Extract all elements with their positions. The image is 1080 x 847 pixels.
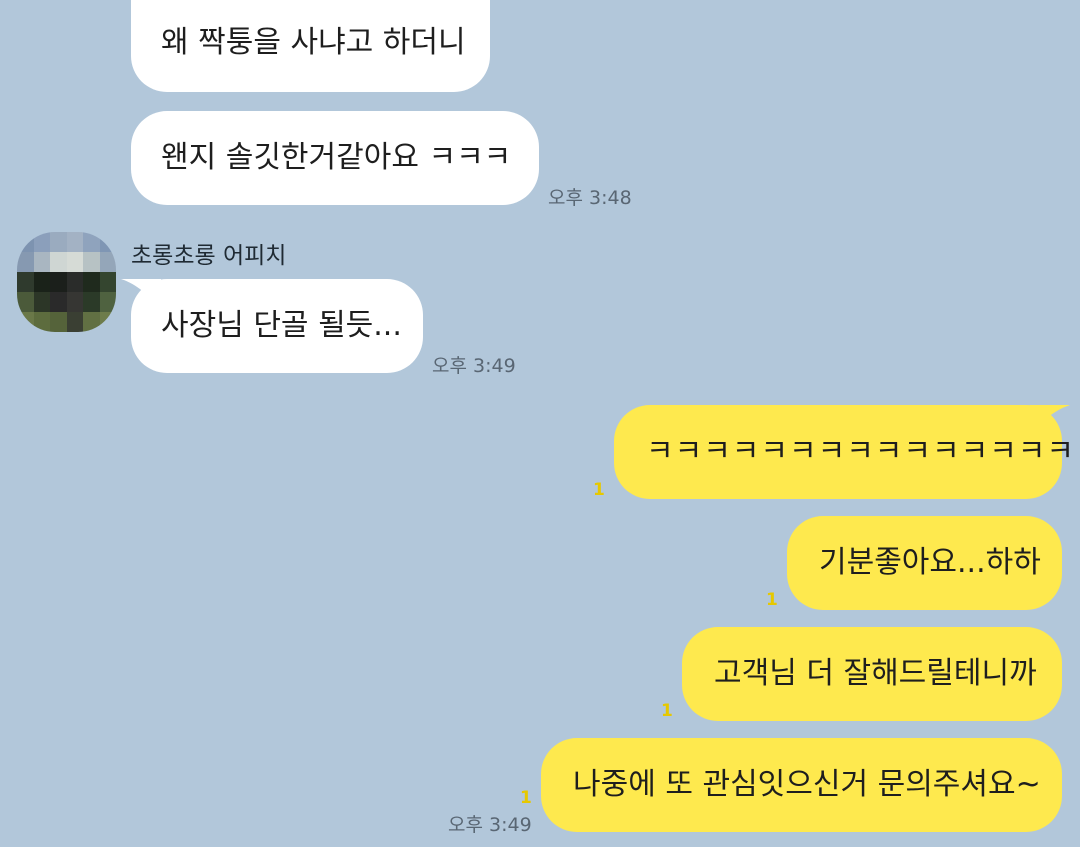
outgoing-message-bubble[interactable]: ㅋㅋㅋㅋㅋㅋㅋㅋㅋㅋㅋㅋㅋㅋㅋ xyxy=(614,405,1074,499)
message-timestamp: 오후 3:49 xyxy=(432,355,516,377)
unread-count: 1 xyxy=(766,590,778,610)
outgoing-message-bubble[interactable]: 나중에 또 관심잇으신거 문의주셔요~ xyxy=(541,738,1062,832)
outgoing-message-bubble[interactable]: 기분좋아요...하하 xyxy=(787,516,1062,610)
unread-count: 1 xyxy=(593,480,605,500)
incoming-message-bubble[interactable]: 왠지 솔깃한거같아요 ㅋㅋㅋ xyxy=(131,111,539,205)
chat-screen: { "chat": { "sender_name": "초롱초롱 어피치", "… xyxy=(0,0,1080,847)
unread-count: 1 xyxy=(661,701,673,721)
outgoing-message-bubble[interactable]: 고객님 더 잘해드릴테니까 xyxy=(682,627,1062,721)
message-timestamp: 오후 3:48 xyxy=(548,187,632,209)
sender-avatar[interactable] xyxy=(17,232,116,332)
unread-count: 1 xyxy=(520,788,532,808)
incoming-message-bubble[interactable]: 왜 짝퉁을 사냐고 하더니 xyxy=(131,0,490,92)
incoming-message-bubble[interactable]: 사장님 단골 될듯... xyxy=(131,279,423,373)
sender-name: 초롱초롱 어피치 xyxy=(131,243,287,269)
message-timestamp: 오후 3:49 xyxy=(448,814,532,836)
